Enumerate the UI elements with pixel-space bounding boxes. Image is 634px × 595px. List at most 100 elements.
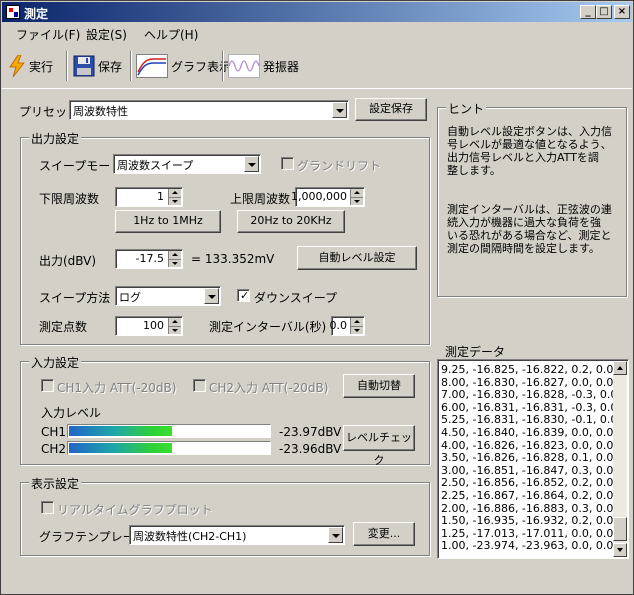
data-row[interactable]: 6.00, -16.831, -16.831, -0.3, 0.03 [441,401,624,414]
data-row[interactable]: 2.25, -16.867, -16.864, 0.2, 0.028 [441,489,627,502]
main-window: 測定 _ □ × ファイル(F) 設定(S) ヘルプ(H) 実行 保存 グラフ表… [0,0,634,595]
menu-file[interactable]: ファイル(F) [16,26,80,43]
data-row[interactable]: 3.00, -16.851, -16.847, 0.3, 0.028 [441,464,627,477]
ch2-att-label: CH2入力 ATT(-20dB) [209,381,329,395]
data-row[interactable]: 4.00, -16.826, -16.823, 0.0, 0.032 [441,439,627,452]
ch2-att-checkbox[interactable] [193,379,206,392]
hint-text: 自動レベル設定ボタンは、入力信 号レベルが最適な値となるよう、 出力信号レベルと入力… [447,125,623,255]
close-button[interactable]: × [614,5,630,19]
hint-line: 整します。 [447,164,501,177]
output-settings-title: 出力設定 [29,130,82,147]
graph-template-value: 周波数特性(CH2-CH1) [133,530,247,543]
ground-lift-checkbox[interactable] [281,157,294,170]
hint-line: 号レベルが最適な値となるよう、 [447,138,612,151]
hint-line [447,177,623,190]
spinner-icon[interactable] [350,189,363,205]
graph-icon [136,54,168,78]
data-row[interactable]: 5.25, -16.831, -16.830, -0.1, 0.03 [441,413,624,426]
hint-title: ヒント [446,100,487,117]
spinner-icon[interactable] [350,318,363,334]
preset-value: 周波数特性 [73,105,128,118]
data-row[interactable]: 9.25, -16.825, -16.822, 0.2, 0.027 [441,363,627,376]
ch1-att-label: CH1入力 ATT(-20dB) [57,381,177,395]
graph-template-select[interactable]: 周波数特性(CH2-CH1) [129,525,345,545]
data-row[interactable]: 3.50, -16.826, -16.828, 0.1, 0.035 [441,451,627,464]
realtime-plot-label: リアルタイムグラフプロット [57,503,213,517]
chevron-down-icon[interactable] [332,102,347,118]
floppy-disk-icon [73,55,95,77]
ch1-level-fill [69,426,173,436]
data-row[interactable]: 1.00, -23.974, -23.963, 0.0, 0.058 [441,539,627,552]
sweep-method-value: ログ [119,291,141,304]
auto-switch-button[interactable]: 自動切替 [343,374,415,398]
sweep-method-label: スイープ方法 [39,291,111,305]
ch1-att-checkbox[interactable] [41,379,54,392]
scroll-up-icon[interactable] [613,361,627,375]
sweep-mode-value: 周波数スイープ [117,159,194,172]
input-settings-title: 入力設定 [29,354,82,371]
vertical-scrollbar[interactable] [613,361,627,557]
interval-input[interactable]: 0.0 [330,316,365,336]
ch1-level-meter [67,424,271,438]
window-title: 測定 [24,7,49,21]
spinner-icon[interactable] [168,318,181,334]
sweep-mode-select[interactable]: 周波数スイープ [113,154,261,174]
ch1-level-label: CH1 [41,425,67,439]
toolbar-separator [66,51,68,81]
data-row[interactable]: 2.50, -16.856, -16.852, 0.2, 0.030 [441,476,627,489]
low-freq-input[interactable]: 1 [115,187,183,207]
points-input[interactable]: 100 [115,316,183,336]
measurement-data-list[interactable]: 1.00, -23.974, -23.963, 0.0, 0.058 1.25, … [437,359,629,559]
checkmark-icon: ✓ [240,289,250,302]
spinner-icon[interactable] [168,189,181,205]
oscillator-button[interactable]: 発振器 [228,53,299,79]
save-label: 保存 [98,59,123,74]
preset-select[interactable]: 周波数特性 [69,100,349,120]
toolbar: 実行 保存 グラフ表示 発振器 [2,45,632,89]
ground-lift-label: グランドリフト [297,159,382,173]
oscillator-label: 発振器 [263,59,300,74]
display-settings-title: 表示設定 [29,475,82,492]
title-bar: 測定 _ □ × [2,2,632,22]
data-row[interactable]: 2.00, -16.886, -16.883, 0.3, 0.037 [441,502,627,515]
interval-label: 測定インターバル(秒) [209,320,327,334]
data-row[interactable]: 4.50, -16.840, -16.839, 0.0, 0.028 [441,426,627,439]
menu-bar: ファイル(F) 設定(S) ヘルプ(H) [2,23,632,43]
chevron-down-icon[interactable] [204,288,219,304]
change-template-button[interactable]: 変更... [353,522,415,546]
data-row[interactable]: 1.25, -17.013, -17.011, 0.0, 0.027 [441,527,627,540]
spinner-icon[interactable] [168,251,181,267]
chevron-down-icon[interactable] [328,527,343,543]
data-row[interactable]: 8.00, -16.830, -16.827, 0.0, 0.026 [441,376,627,389]
hint-line [447,190,623,203]
run-button[interactable]: 実行 [8,53,53,79]
hint-line: いる恐れがある場合など、測定と [447,229,612,242]
realtime-plot-checkbox[interactable] [41,501,54,514]
scroll-thumb[interactable] [613,517,627,541]
sweep-method-select[interactable]: ログ [115,286,221,306]
menu-help[interactable]: ヘルプ(H) [144,26,198,43]
output-mv-value: = 133.352mV [191,252,275,266]
output-level-input[interactable]: -17.5 [115,249,183,269]
level-check-button[interactable]: レベルチェック [343,425,415,467]
scroll-down-icon[interactable] [613,543,627,557]
range-20hz-20khz-button[interactable]: 20Hz to 20KHz [237,210,345,233]
graph-display-button[interactable]: グラフ表示 [136,53,231,79]
maximize-button[interactable]: □ [596,5,612,19]
data-row[interactable]: 7.00, -16.830, -16.828, -0.3, 0.02 [441,388,624,401]
range-1hz-1mhz-button[interactable]: 1Hz to 1MHz [115,210,221,233]
hint-line: 測定の間隔時間を設定します。 [447,242,600,255]
minimize-button[interactable]: _ [580,5,596,19]
input-level-title: 入力レベル [41,406,102,420]
chevron-down-icon[interactable] [244,156,259,172]
down-sweep-checkbox[interactable]: ✓ [237,289,250,302]
ch2-level-meter [67,441,271,455]
output-level-label: 出力(dBV) [39,254,97,268]
data-row[interactable]: 1.50, -16.935, -16.932, 0.2, 0.030 [441,514,627,527]
save-preset-button[interactable]: 設定保存 [355,98,427,121]
high-freq-input[interactable]: 1,000,000 [291,187,365,207]
save-button[interactable]: 保存 [73,53,122,79]
menu-settings[interactable]: 設定(S) [86,26,127,43]
ch2-level-fill [69,443,173,453]
auto-level-button[interactable]: 自動レベル設定 [297,246,417,270]
